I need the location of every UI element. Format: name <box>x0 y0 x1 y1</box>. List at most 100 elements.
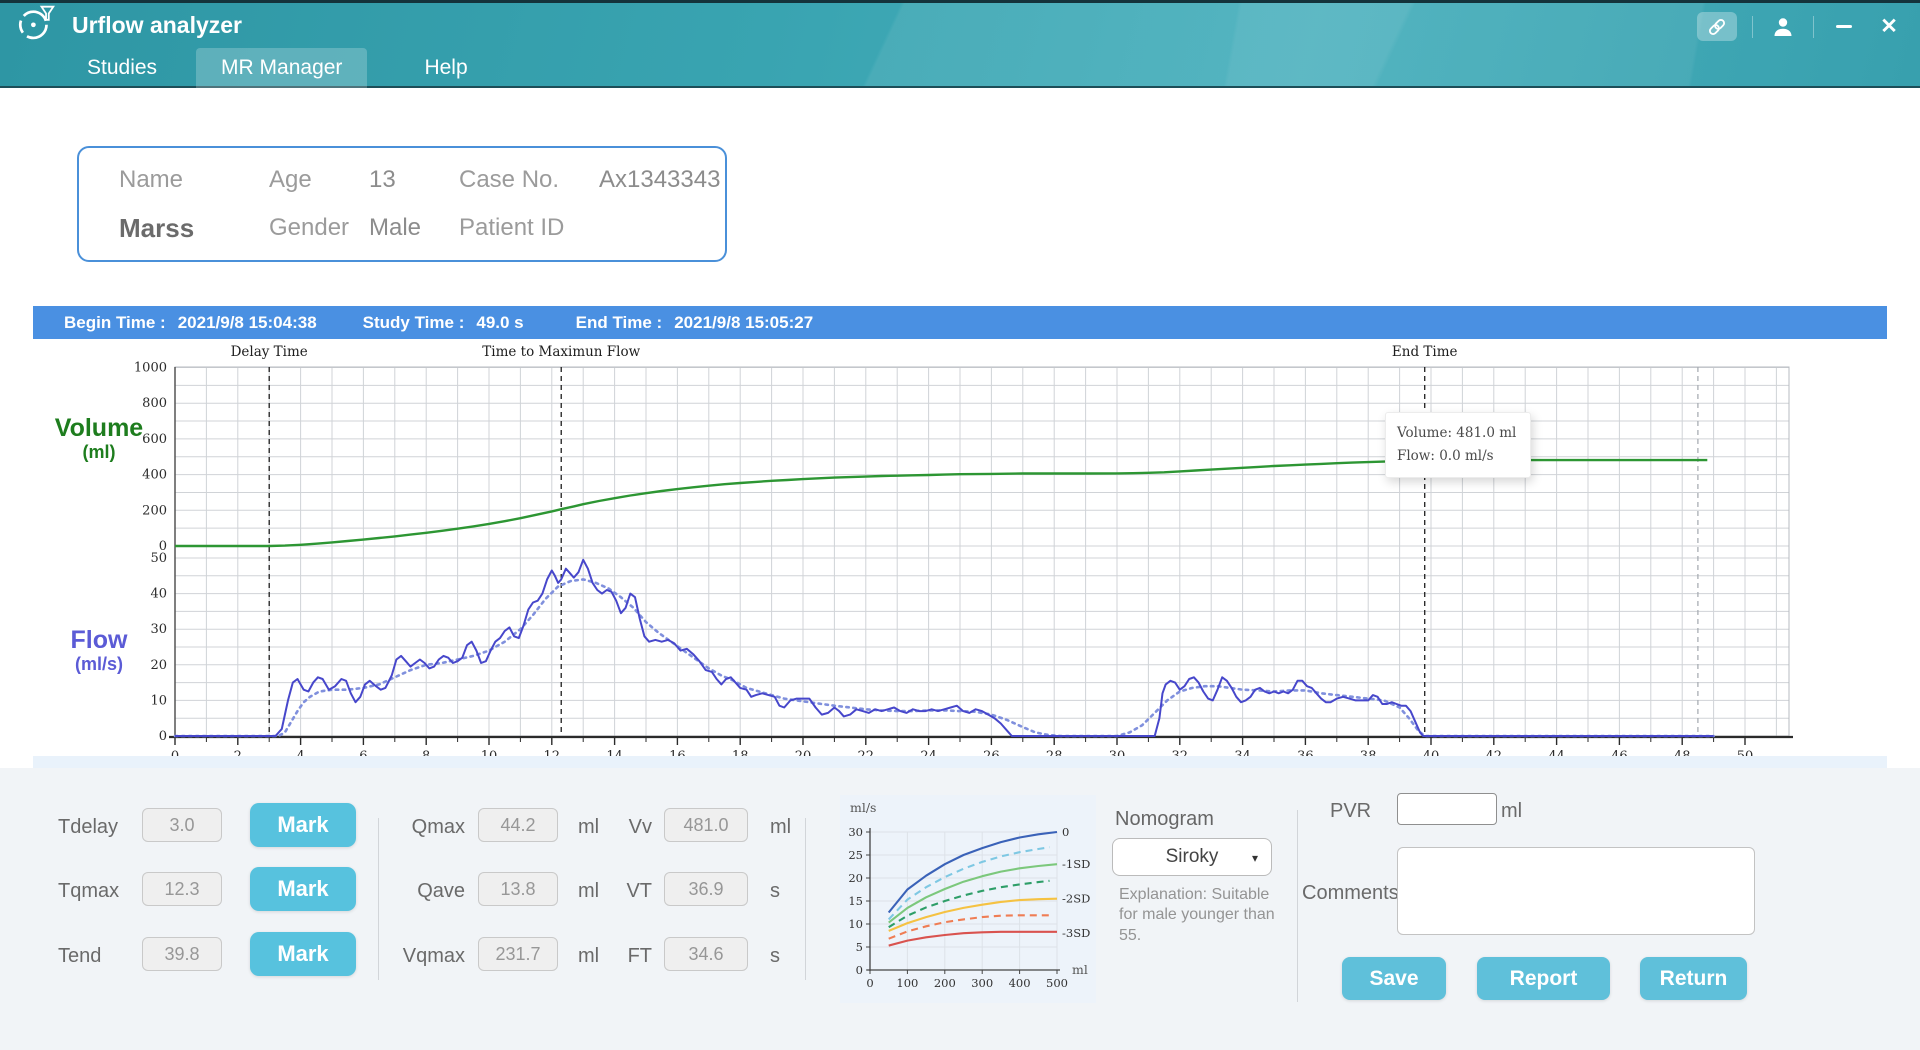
vt-value: 36.9 <box>664 872 748 906</box>
svg-text:1000: 1000 <box>134 361 167 376</box>
tdelay-value[interactable]: 3.0 <box>142 808 222 842</box>
app-title: Urflow analyzer <box>72 12 242 39</box>
tooltip-flow: Flow: 0.0 ml/s <box>1397 445 1519 468</box>
app-logo-icon <box>16 4 58 47</box>
patient-gender-value: Male <box>369 214 459 242</box>
uroflow-chart: 0246810121416182022242628303234363840424… <box>33 340 1887 768</box>
svg-text:40: 40 <box>150 587 167 602</box>
svg-text:200: 200 <box>142 503 167 518</box>
main-menu: Studies MR Manager Help <box>0 48 1920 88</box>
ft-label: FT <box>612 945 652 968</box>
sd-label: -3SD <box>1062 926 1090 940</box>
patient-id-label: Patient ID <box>459 214 599 242</box>
menu-item-studies[interactable]: Studies <box>62 48 182 88</box>
vqmax-label: Vqmax <box>388 945 465 968</box>
qmax-label: Qmax <box>395 816 465 839</box>
study-time-value: 49.0 s <box>476 313 523 333</box>
begin-time-label: Begin Time : <box>64 313 166 333</box>
divider <box>805 818 806 980</box>
sd-label: -1SD <box>1062 857 1090 871</box>
nomogram-chart-panel: 0510152025300100200300400500ml/sml0-1SD-… <box>840 795 1096 1003</box>
svg-text:0: 0 <box>866 976 873 990</box>
save-button[interactable]: Save <box>1342 957 1446 1000</box>
svg-text:0: 0 <box>159 729 167 744</box>
svg-text:500: 500 <box>1046 976 1068 990</box>
tdelay-label: Tdelay <box>58 816 118 839</box>
nomogram-selected-value: Siroky <box>1166 846 1219 868</box>
uroflow-chart-panel: Volume (ml) Flow (ml/s) 0246810121416182… <box>33 340 1887 768</box>
comments-label: Comments <box>1302 882 1399 905</box>
urflow-analyzer-window: Urflow analyzer <box>0 0 1920 1050</box>
ft-value: 34.6 <box>664 937 748 971</box>
vqmax-value: 231.7 <box>478 937 558 971</box>
tend-label: Tend <box>58 945 101 968</box>
mark-tdelay-button[interactable]: Mark <box>250 803 356 847</box>
divider <box>1297 810 1298 1002</box>
results-panel: Tdelay 3.0 Mark Tqmax 12.3 Mark Tend 39.… <box>0 768 1920 1050</box>
sd-label: -2SD <box>1062 892 1090 906</box>
menu-item-mr-manager[interactable]: MR Manager <box>196 48 367 88</box>
vt-label: VT <box>612 880 652 903</box>
return-button[interactable]: Return <box>1640 957 1747 1000</box>
svg-text:15: 15 <box>848 894 863 908</box>
chart-bottom-strip <box>33 756 1887 768</box>
sd-label: 0 <box>1062 825 1069 839</box>
study-time-bar: Begin Time : 2021/9/8 15:04:38 Study Tim… <box>33 306 1887 339</box>
nomogram-title: Nomogram <box>1115 808 1214 831</box>
titlebar-divider <box>1813 16 1814 38</box>
chart-tooltip: Volume: 481.0 ml Flow: 0.0 ml/s <box>1385 412 1531 478</box>
flow-curve <box>175 560 1714 736</box>
nomogram-curve--2.5SD <box>889 915 1050 938</box>
svg-text:200: 200 <box>934 976 956 990</box>
svg-text:300: 300 <box>971 976 993 990</box>
tqmax-value[interactable]: 12.3 <box>142 872 222 906</box>
vt-unit: s <box>770 880 780 903</box>
mark-tqmax-button[interactable]: Mark <box>250 867 356 911</box>
volume-axis-title: Volume (ml) <box>41 414 157 462</box>
svg-text:10: 10 <box>150 693 167 708</box>
end-time-label: End Time : <box>576 313 663 333</box>
flow-smoothed-curve <box>175 579 1714 736</box>
report-button[interactable]: Report <box>1477 957 1610 1000</box>
menu-item-help[interactable]: Help <box>399 48 492 88</box>
patient-age-value: 13 <box>369 166 459 194</box>
svg-text:0: 0 <box>856 963 863 977</box>
svg-text:400: 400 <box>1009 976 1031 990</box>
svg-text:50: 50 <box>150 551 167 566</box>
svg-text:20: 20 <box>848 871 863 885</box>
divider <box>378 818 379 980</box>
nomogram-y-unit: ml/s <box>850 800 876 815</box>
minimize-icon[interactable] <box>1829 12 1859 41</box>
close-icon[interactable]: ✕ <box>1874 12 1904 41</box>
link-icon[interactable] <box>1697 12 1737 41</box>
app-header: Urflow analyzer <box>0 0 1920 88</box>
qave-value: 13.8 <box>478 872 558 906</box>
svg-text:5: 5 <box>856 940 863 954</box>
svg-text:100: 100 <box>896 976 918 990</box>
patient-case-value: Ax1343343 <box>599 166 720 194</box>
pvr-input[interactable] <box>1397 793 1497 825</box>
titlebar: Urflow analyzer <box>0 3 1920 48</box>
pvr-unit: ml <box>1501 800 1522 823</box>
marker-label: Time to Maximun Flow <box>482 344 640 360</box>
nomogram-curve--3SD <box>889 932 1057 946</box>
comments-input[interactable] <box>1397 847 1755 935</box>
vv-label: Vv <box>612 816 652 839</box>
nomogram-select[interactable]: Siroky ▾ <box>1112 838 1272 876</box>
tend-value[interactable]: 39.8 <box>142 937 222 971</box>
qave-label: Qave <box>395 880 465 903</box>
patient-name-value: Marss <box>119 213 269 244</box>
chevron-down-icon: ▾ <box>1252 851 1258 865</box>
mark-tend-button[interactable]: Mark <box>250 932 356 976</box>
svg-text:400: 400 <box>142 468 167 483</box>
tqmax-label: Tqmax <box>58 880 119 903</box>
begin-time-value: 2021/9/8 15:04:38 <box>178 313 317 333</box>
pvr-label: PVR <box>1330 800 1371 823</box>
svg-text:25: 25 <box>848 848 863 862</box>
ft-unit: s <box>770 945 780 968</box>
user-icon[interactable] <box>1768 12 1798 41</box>
nomogram-chart: 0510152025300100200300400500ml/sml0-1SD-… <box>840 795 1096 1003</box>
nomogram-x-unit: ml <box>1072 962 1088 977</box>
svg-text:10: 10 <box>848 917 863 931</box>
end-time-value: 2021/9/8 15:05:27 <box>674 313 813 333</box>
